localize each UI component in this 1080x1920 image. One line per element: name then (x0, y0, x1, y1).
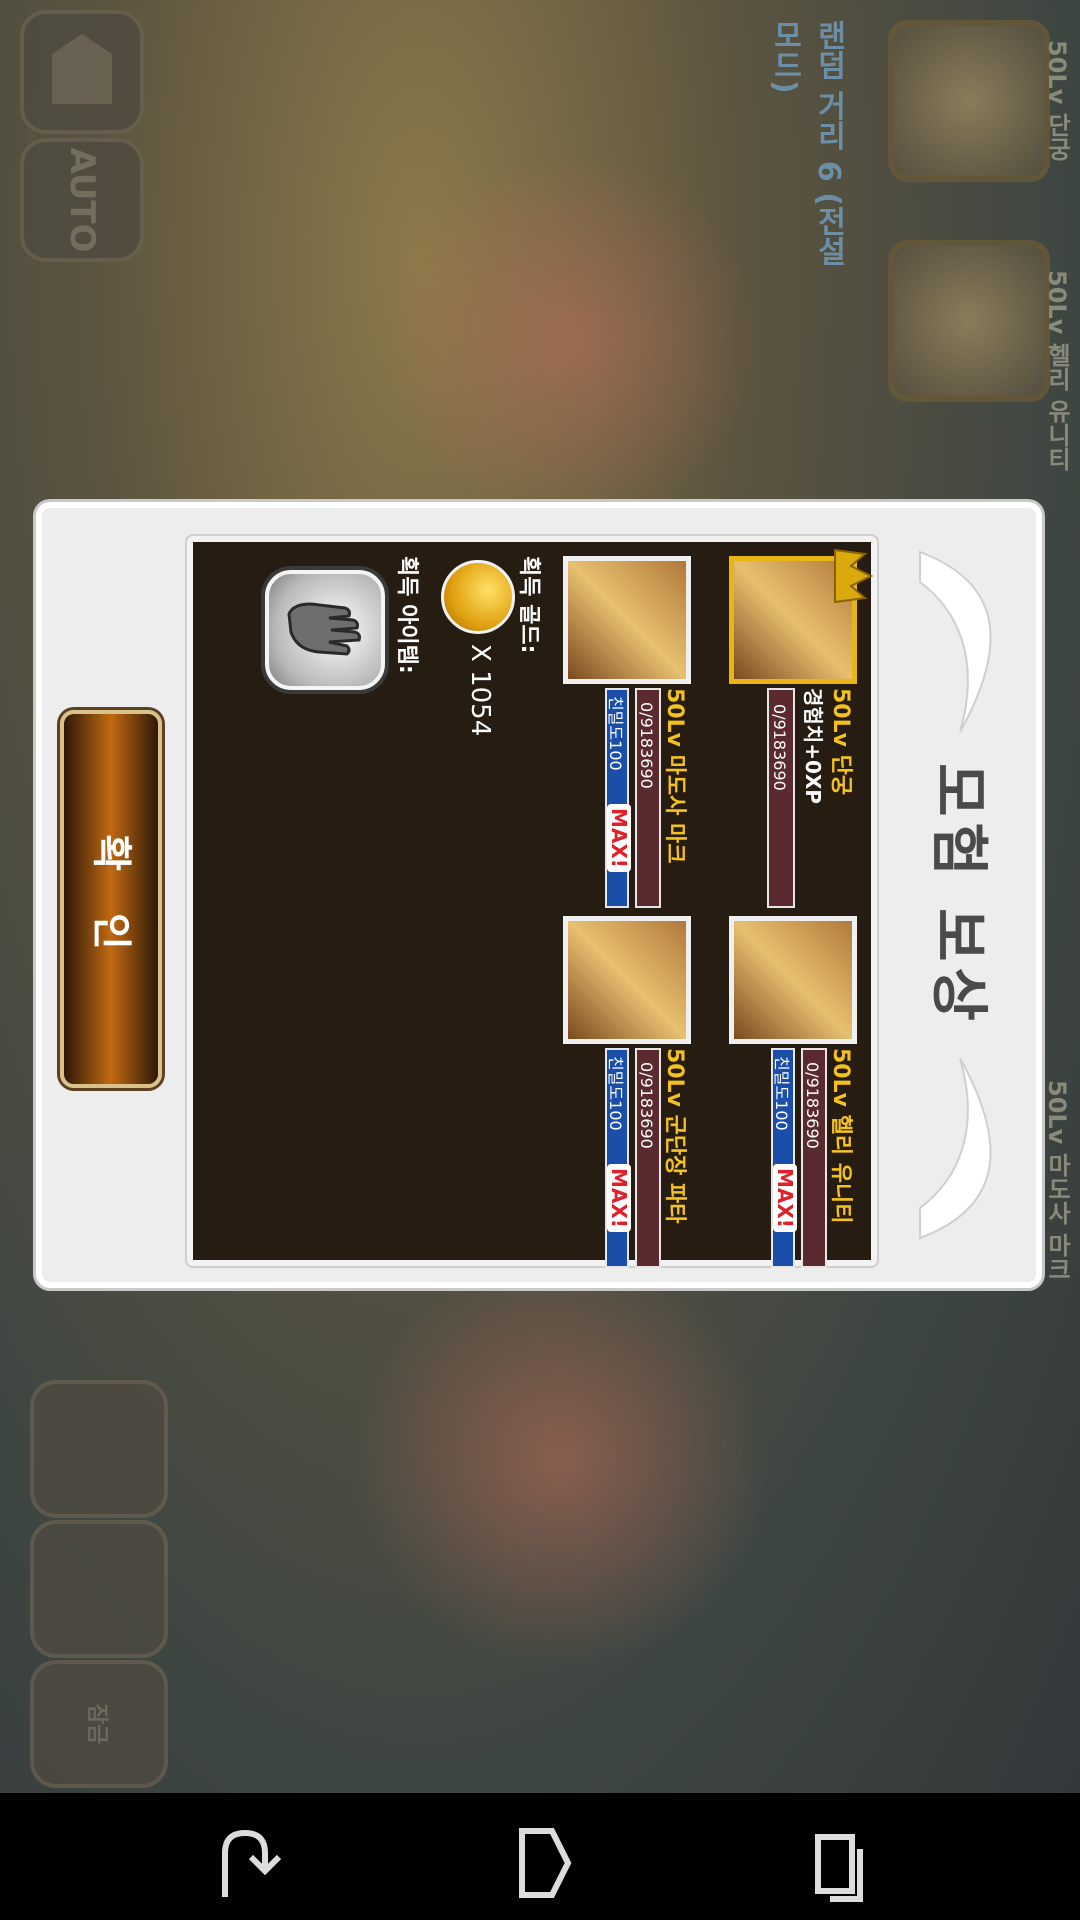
reward-dialog: 모험 보상 50Lv 단궁 경험치+0XP 0/9183690 50Lv 헬리 … (36, 502, 1042, 1288)
hero-card: 50Lv 헬리 유니티 0/9183690 친밀도100 MAX! (707, 916, 857, 1276)
party-portrait[interactable] (888, 20, 1050, 182)
gold-coin-icon (441, 560, 515, 634)
hero-xp-bar: 0/9183690 (635, 1048, 661, 1268)
gauntlet-icon (287, 602, 361, 656)
ornament-decoration (350, 1250, 770, 1670)
hero-exp-gain: 경험치+0XP (801, 688, 825, 804)
back-icon[interactable] (205, 1823, 285, 1903)
hero-card: 50Lv 단궁 경험치+0XP 0/9183690 (707, 548, 874, 916)
party-portrait[interactable] (888, 240, 1050, 402)
hero-xp-bar: 0/9183690 (635, 688, 661, 908)
hero-level-name: 50Lv 헬리 유니티 (828, 1048, 853, 1224)
hero-affinity-bar: 친밀도100 (605, 1048, 629, 1268)
home-nav-icon[interactable] (500, 1823, 580, 1903)
hero-xp-bar: 0/9183690 (801, 1048, 827, 1268)
hero-affinity-bar: 친밀도100 (605, 688, 629, 908)
hero-card: 50Lv 마도사 마크 0/9183690 친밀도100 MAX! (541, 556, 691, 916)
system-navigation-bar (0, 1793, 1080, 1920)
skill-slot[interactable] (30, 1380, 168, 1518)
crown-icon (834, 548, 874, 604)
hero-level-name: 50Lv 마도사 마크 (662, 688, 687, 864)
skill-slot[interactable] (30, 1520, 168, 1658)
confirm-button[interactable]: 확 인 (60, 710, 162, 1088)
party-name: 50Lv 단궁 (1043, 40, 1071, 161)
hero-affinity-bar: 친밀도100 (771, 1048, 795, 1268)
auto-battle-button[interactable]: AUTO (20, 138, 144, 262)
auto-label: AUTO (62, 147, 102, 253)
gold-amount: X 1054 (465, 644, 495, 737)
hero-card: 50Lv 군단장 파타 0/9183690 친밀도100 MAX! (541, 916, 691, 1276)
ornament-decoration (380, 150, 760, 530)
hero-xp-bar: 0/9183690 (767, 688, 795, 908)
stage-title: 랜덤 거리 6 (전설모드) (767, 20, 846, 266)
max-badge: MAX! (773, 1164, 797, 1232)
hero-portrait[interactable] (563, 916, 691, 1044)
reward-item-slot[interactable] (265, 570, 385, 690)
party-name: 50Lv 헬리 유니티 (1043, 270, 1071, 472)
hero-portrait[interactable] (729, 916, 857, 1044)
max-badge: MAX! (607, 804, 631, 872)
flourish-right-icon (919, 1057, 992, 1240)
lock-button[interactable]: 잠금 (30, 1660, 168, 1788)
hero-level-name: 50Lv 단궁 (828, 688, 853, 796)
hero-level-name: 50Lv 군단장 파타 (662, 1048, 687, 1224)
max-badge: MAX! (607, 1164, 631, 1232)
home-icon (52, 34, 112, 104)
item-label: 획득 아이템: (394, 556, 419, 674)
gold-label: 획득 골드: (516, 556, 541, 654)
reward-panel: 50Lv 단궁 경험치+0XP 0/9183690 50Lv 헬리 유니티 0/… (187, 536, 877, 1268)
recent-apps-icon[interactable] (800, 1823, 880, 1903)
hero-portrait[interactable] (563, 556, 691, 684)
home-hud-button[interactable] (20, 10, 144, 134)
lock-label: 잠금 (84, 1703, 109, 1745)
